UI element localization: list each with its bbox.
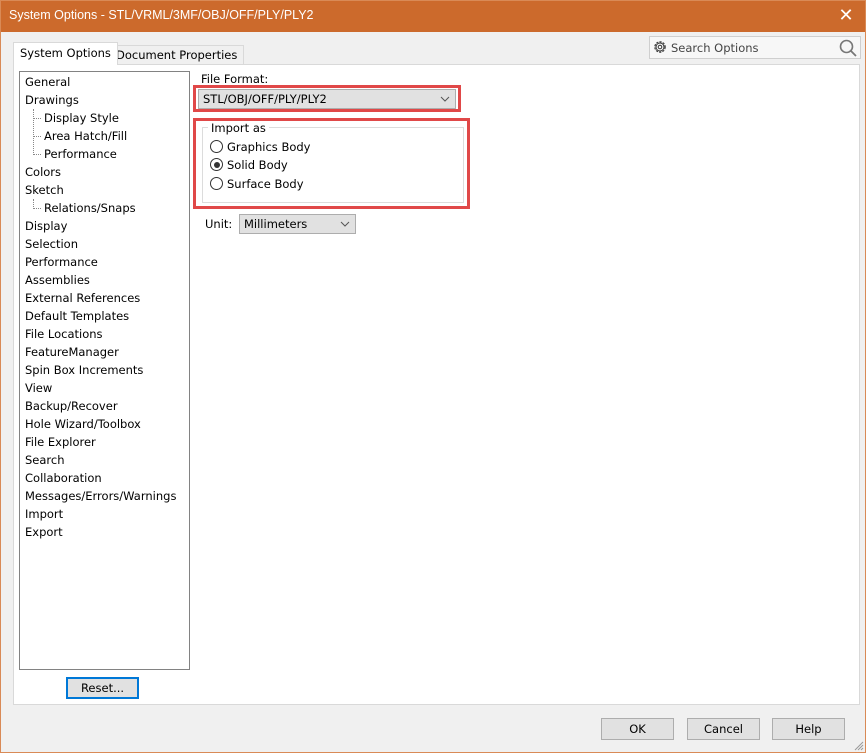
options-tree[interactable]: General Drawings Display Style Area Hatc… <box>19 71 190 670</box>
tree-item-search[interactable]: Search <box>25 451 65 469</box>
tree-connector <box>33 136 41 137</box>
tree-item-file-locations[interactable]: File Locations <box>25 325 103 343</box>
tree-item-sketch[interactable]: Sketch <box>25 181 64 199</box>
resize-grip-icon[interactable] <box>852 739 864 751</box>
tree-item-backup-recover[interactable]: Backup/Recover <box>25 397 118 415</box>
tree-item-drawings[interactable]: Drawings <box>25 91 79 109</box>
radio-button[interactable] <box>210 158 223 171</box>
search-options-box[interactable]: Search Options <box>649 36 861 59</box>
tree-item-area-hatch-fill[interactable]: Area Hatch/Fill <box>44 127 127 145</box>
tree-item-external-references[interactable]: External References <box>25 289 140 307</box>
search-input[interactable]: Search Options <box>671 41 759 55</box>
tree-item-performance[interactable]: Performance <box>25 253 98 271</box>
tree-item-spin-box-increments[interactable]: Spin Box Increments <box>25 361 143 379</box>
tree-item-import[interactable]: Import <box>25 505 63 523</box>
search-icon[interactable] <box>838 38 858 58</box>
cancel-button[interactable]: Cancel <box>687 718 760 740</box>
tree-connector <box>33 208 41 209</box>
tree-item-colors[interactable]: Colors <box>25 163 61 181</box>
tree-connector <box>33 154 41 155</box>
chevron-down-icon <box>340 221 350 227</box>
tree-item-default-templates[interactable]: Default Templates <box>25 307 129 325</box>
radio-label: Graphics Body <box>227 140 311 154</box>
ok-button[interactable]: OK <box>601 718 674 740</box>
reset-button[interactable]: Reset... <box>66 677 139 699</box>
tree-item-relations-snaps[interactable]: Relations/Snaps <box>44 199 136 217</box>
chevron-down-icon <box>440 96 450 102</box>
help-button[interactable]: Help <box>772 718 845 740</box>
tree-connector <box>33 109 34 155</box>
file-format-label: File Format: <box>201 72 269 86</box>
tree-connector <box>33 118 41 119</box>
radio-button[interactable] <box>210 140 223 153</box>
title-bar: System Options - STL/VRML/3MF/OBJ/OFF/PL… <box>1 1 865 32</box>
file-format-value: STL/OBJ/OFF/PLY/PLY2 <box>203 92 327 106</box>
file-format-dropdown[interactable]: STL/OBJ/OFF/PLY/PLY2 <box>198 89 456 109</box>
tree-item-hole-wizard-toolbox[interactable]: Hole Wizard/Toolbox <box>25 415 141 433</box>
radio-selected-dot <box>213 161 220 168</box>
radio-button[interactable] <box>210 177 223 190</box>
tree-item-file-explorer[interactable]: File Explorer <box>25 433 96 451</box>
tab-document-properties[interactable]: Document Properties <box>109 45 245 64</box>
radio-label: Surface Body <box>227 177 304 191</box>
window-title: System Options - STL/VRML/3MF/OBJ/OFF/PL… <box>9 8 314 22</box>
tree-item-export[interactable]: Export <box>25 523 63 541</box>
tree-item-assemblies[interactable]: Assemblies <box>25 271 90 289</box>
tree-item-featuremanager[interactable]: FeatureManager <box>25 343 119 361</box>
system-options-dialog: System Options - STL/VRML/3MF/OBJ/OFF/PL… <box>0 0 866 753</box>
unit-label: Unit: <box>205 217 233 231</box>
tree-item-drawings-performance[interactable]: Performance <box>44 145 117 163</box>
radio-label: Solid Body <box>227 158 288 172</box>
tab-system-options[interactable]: System Options <box>13 42 118 65</box>
tree-item-display[interactable]: Display <box>25 217 67 235</box>
tree-item-display-style[interactable]: Display Style <box>44 109 119 127</box>
tree-item-collaboration[interactable]: Collaboration <box>25 469 102 487</box>
close-icon[interactable]: ✕ <box>835 5 857 27</box>
tree-item-messages-errors-warnings[interactable]: Messages/Errors/Warnings <box>25 487 176 505</box>
tree-item-view[interactable]: View <box>25 379 52 397</box>
gear-icon[interactable] <box>652 39 668 55</box>
tree-item-general[interactable]: General <box>25 73 70 91</box>
import-as-title: Import as <box>208 121 269 135</box>
tree-item-selection[interactable]: Selection <box>25 235 78 253</box>
unit-dropdown[interactable]: Millimeters <box>239 214 356 234</box>
unit-value: Millimeters <box>244 217 308 231</box>
